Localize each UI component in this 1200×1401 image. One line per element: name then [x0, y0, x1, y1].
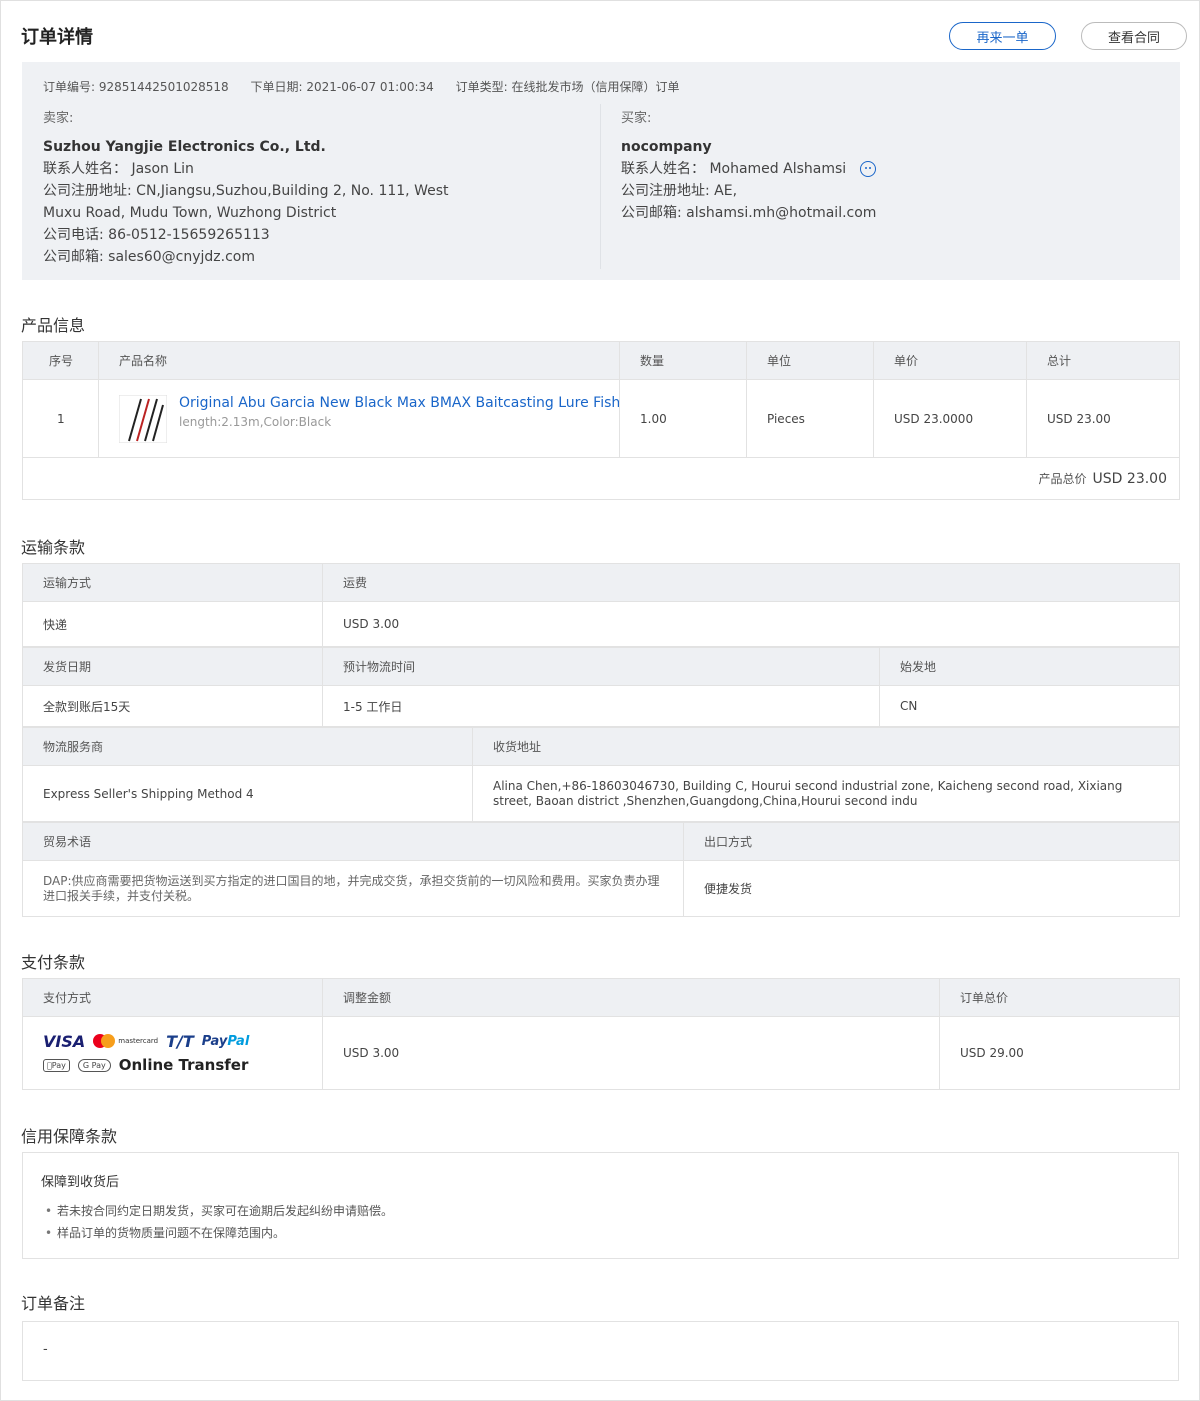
shipping-table-3: 物流服务商 收货地址 Express Seller's Shipping Meth… — [22, 727, 1180, 822]
product-sku: length:2.13m,Color:Black — [179, 414, 332, 429]
remark-value: - — [43, 1342, 48, 1357]
ship-date: 全款到账后15天 — [22, 685, 323, 727]
online-transfer-label: Online Transfer — [113, 1056, 249, 1074]
col-price: 单价 — [873, 341, 1027, 380]
guarantee-box: 保障到收货后 若未按合同约定日期发货，买家可在逾期后发起纠纷申请赔偿。 样品订单… — [22, 1152, 1179, 1259]
carrier: Express Seller's Shipping Method 4 — [22, 765, 473, 822]
row-price: USD 23.0000 — [873, 379, 1027, 458]
divider — [600, 104, 601, 269]
order-total-label: 订单总价 — [939, 978, 1180, 1017]
col-index: 序号 — [22, 341, 99, 380]
seller-email: 公司邮箱: sales60@cnyjdz.com — [43, 249, 255, 265]
payment-logos: VISA mastercard T/T PayPal Pay G Pay On… — [22, 1016, 323, 1090]
product-name-link[interactable]: Original Abu Garcia New Black Max BMAX B… — [179, 395, 619, 411]
buyer-address: 公司注册地址: AE, — [621, 183, 738, 199]
order-total: USD 29.00 — [939, 1016, 1180, 1090]
pay-method-label: 支付方式 — [22, 978, 323, 1017]
guarantee-subtitle: 保障到收货后 — [41, 1175, 120, 1190]
remark-box: - — [22, 1321, 1179, 1381]
origin: CN — [879, 685, 1180, 727]
buyer-info: 买家: nocompany 联系人姓名： Mohamed Alshamsi 公司… — [621, 108, 1121, 224]
mastercard-logo: mastercard — [93, 1034, 158, 1048]
seller-phone: 公司电话: 86-0512-15659265113 — [43, 227, 270, 243]
paypal-logo: PayPal — [201, 1033, 250, 1049]
product-thumbnail[interactable] — [119, 394, 167, 443]
shipping-table-4: 贸易术语 出口方式 DAP:供应商需要把货物运送到买方指定的进口国目的地，并完成交… — [22, 822, 1180, 917]
product-cell: Original Abu Garcia New Black Max BMAX B… — [98, 379, 620, 458]
export-label: 出口方式 — [683, 822, 1180, 861]
col-unit: 单位 — [746, 341, 874, 380]
buyer-company: nocompany — [621, 139, 712, 155]
seller-company: Suzhou Yangjie Electronics Co., Ltd. — [43, 139, 326, 155]
seller-info: 卖家: Suzhou Yangjie Electronics Co., Ltd.… — [43, 108, 483, 268]
shipping-fee-label: 运费 — [322, 563, 1180, 602]
col-name: 产品名称 — [98, 341, 620, 380]
order-detail-page: 订单详情 再来一单 查看合同 订单编号: 92851442501028518 下… — [0, 0, 1200, 1401]
seller-label: 卖家: — [43, 111, 74, 126]
remark-section-title: 订单备注 — [21, 1294, 86, 1313]
order-meta: 订单编号: 92851442501028518 下单日期: 2021-06-07… — [43, 78, 697, 95]
shipping-table-1: 运输方式 运费 快递 USD 3.00 — [22, 563, 1180, 647]
adjust-label: 调整金额 — [322, 978, 940, 1017]
buyer-contact-row: 联系人姓名： Mohamed Alshamsi — [621, 158, 1121, 180]
list-item: 样品订单的货物质量问题不在保障范围内。 — [41, 1222, 1160, 1244]
trade-terms: DAP:供应商需要把货物运送到买方指定的进口国目的地，并完成交货，承担交货前的一… — [22, 860, 684, 917]
buyer-contact: 联系人姓名： Mohamed Alshamsi — [621, 161, 847, 177]
seller-address: 公司注册地址: CN,Jiangsu,Suzhou,Building 2, No… — [43, 183, 449, 221]
col-qty: 数量 — [619, 341, 747, 380]
reorder-button[interactable]: 再来一单 — [949, 22, 1056, 50]
row-total: USD 23.00 — [1026, 379, 1180, 458]
payment-section-title: 支付条款 — [21, 953, 86, 972]
shipping-section-title: 运输条款 — [21, 538, 86, 557]
chat-icon[interactable] — [860, 161, 877, 177]
trade-terms-label: 贸易术语 — [22, 822, 684, 861]
products-table: 序号 产品名称 数量 单位 单价 总计 1 Original Abu Garci… — [22, 341, 1180, 500]
shipping-method: 快递 — [22, 601, 323, 647]
delivery-address: Alina Chen,+86-18603046730, Building C, … — [472, 765, 1180, 822]
shipping-method-label: 运输方式 — [22, 563, 323, 602]
products-header-row: 序号 产品名称 数量 单位 单价 总计 — [22, 341, 1180, 380]
carrier-label: 物流服务商 — [22, 727, 473, 766]
seller-contact: 联系人姓名： Jason Lin — [43, 161, 194, 177]
page-title: 订单详情 — [21, 27, 93, 48]
adjust-amount: USD 3.00 — [322, 1016, 940, 1090]
shipping-fee: USD 3.00 — [322, 601, 1180, 647]
shipping-table-2: 发货日期 预计物流时间 始发地 全款到账后15天 1-5 工作日 CN — [22, 647, 1180, 727]
ship-date-label: 发货日期 — [22, 647, 323, 686]
apple-pay-logo: Pay — [43, 1058, 70, 1072]
google-pay-logo: G Pay — [77, 1058, 111, 1072]
products-section-title: 产品信息 — [21, 316, 86, 335]
tt-logo: T/T — [166, 1031, 194, 1051]
subtotal-label: 产品总价 — [1038, 472, 1087, 486]
row-index: 1 — [22, 379, 99, 458]
row-qty: 1.00 — [619, 379, 747, 458]
buyer-label: 买家: — [621, 111, 652, 126]
guarantee-section-title: 信用保障条款 — [21, 1127, 118, 1146]
table-row: 1 Original Abu Garcia New Black Max BMAX… — [22, 379, 1180, 458]
order-type: 订单类型: 在线批发市场（信用保障）订单 — [455, 80, 680, 94]
view-contract-button[interactable]: 查看合同 — [1081, 22, 1187, 50]
eta-label: 预计物流时间 — [322, 647, 880, 686]
subtotal-cell: 产品总价 USD 23.00 — [22, 457, 1180, 500]
order-date: 下单日期: 2021-06-07 01:00:34 — [250, 80, 434, 94]
payment-table: 支付方式 调整金额 订单总价 VISA mastercard T/T PayPal … — [22, 978, 1180, 1090]
guarantee-list: 若未按合同约定日期发货，买家可在逾期后发起纠纷申请赔偿。 样品订单的货物质量问题… — [41, 1200, 1160, 1244]
buyer-email: 公司邮箱: alshamsi.mh@hotmail.com — [621, 205, 877, 221]
order-number: 订单编号: 92851442501028518 — [43, 80, 229, 94]
row-unit: Pieces — [746, 379, 874, 458]
order-info-box: 订单编号: 92851442501028518 下单日期: 2021-06-07… — [22, 62, 1180, 280]
col-total: 总计 — [1026, 341, 1180, 380]
address-label: 收货地址 — [472, 727, 1180, 766]
eta: 1-5 工作日 — [322, 685, 880, 727]
export-method: 便捷发货 — [683, 860, 1180, 917]
visa-logo: VISA — [43, 1031, 86, 1051]
subtotal-value: USD 23.00 — [1092, 471, 1167, 487]
subtotal-row: 产品总价 USD 23.00 — [22, 457, 1180, 500]
origin-label: 始发地 — [879, 647, 1180, 686]
list-item: 若未按合同约定日期发货，买家可在逾期后发起纠纷申请赔偿。 — [41, 1200, 1160, 1222]
